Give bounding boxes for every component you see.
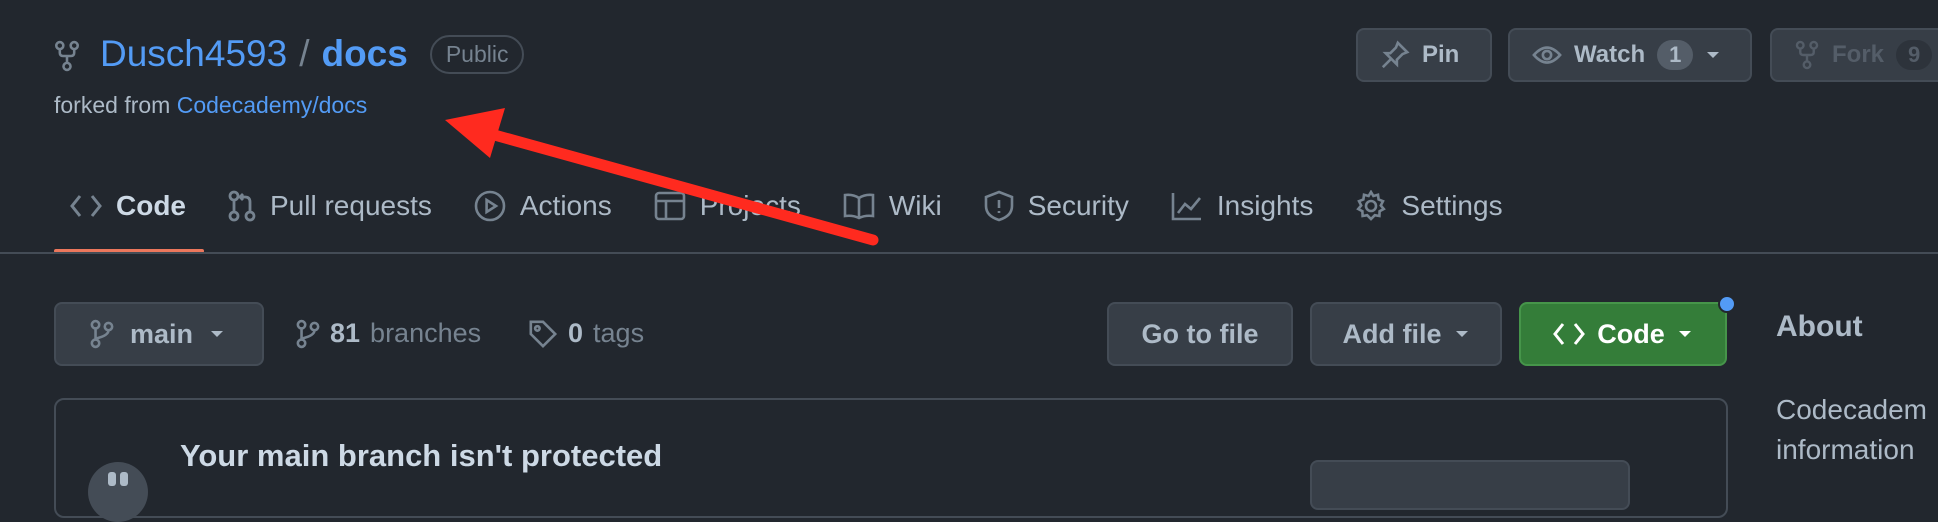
branches-link[interactable]: 81 branches [296, 318, 481, 349]
repo-title: Dusch4593 / docs Public [100, 32, 525, 76]
tab-label: Actions [519, 190, 612, 221]
path-separator: / [299, 33, 310, 74]
git-pull-request-icon [228, 190, 256, 222]
code-icon [70, 193, 102, 219]
fork-label: Fork [1832, 41, 1885, 68]
branch-select-button[interactable]: main [54, 302, 264, 366]
tab-label: Pull requests [270, 190, 432, 221]
graph-icon [1171, 191, 1203, 221]
book-icon [843, 192, 875, 220]
fork-count: 9 [1896, 40, 1933, 70]
tab-security[interactable]: Security [968, 180, 1155, 232]
protect-branch-button[interactable] [1310, 460, 1630, 510]
tab-wiki[interactable]: Wiki [827, 180, 968, 232]
tab-actions[interactable]: Actions [458, 180, 638, 232]
pin-button[interactable]: Pin [1356, 28, 1492, 82]
add-file-label: Add file [1342, 318, 1442, 349]
git-branch-icon [90, 319, 114, 349]
repo-nav-tabs: Code Pull requests Actions Projects Wiki… [54, 180, 1529, 232]
code-button[interactable]: Code [1519, 302, 1727, 366]
go-to-file-button[interactable]: Go to file [1107, 302, 1293, 366]
tags-label: tags [593, 318, 645, 348]
go-to-file-label: Go to file [1141, 318, 1259, 349]
repo-icon [54, 40, 80, 72]
chevron-down-icon [1454, 329, 1470, 339]
watch-label: Watch [1574, 41, 1646, 68]
table-icon [654, 191, 686, 221]
watch-button[interactable]: Watch 1 [1508, 28, 1752, 82]
play-icon [474, 190, 506, 222]
nav-divider [0, 252, 1938, 254]
gear-icon [1355, 190, 1387, 222]
fork-icon [1794, 40, 1820, 70]
chevron-down-icon [1677, 329, 1693, 339]
chevron-down-icon [1705, 50, 1721, 60]
tab-label: Security [1027, 190, 1129, 221]
chevron-down-icon [209, 329, 225, 339]
tags-count: 0 [568, 318, 584, 348]
banner-title: Your main branch isn't protected [180, 438, 663, 473]
code-button-label: Code [1597, 318, 1665, 349]
tab-label: Code [116, 190, 186, 221]
about-description: Codecadem information [1776, 394, 1927, 465]
add-file-button[interactable]: Add file [1310, 302, 1502, 366]
tab-pull-requests[interactable]: Pull requests [212, 180, 458, 232]
tab-insights[interactable]: Insights [1155, 180, 1340, 232]
visibility-badge: Public [429, 34, 525, 74]
shield-icon [984, 190, 1014, 222]
repo-name-link[interactable]: docs [321, 33, 407, 75]
eye-icon [1532, 43, 1562, 67]
tags-link[interactable]: 0 tags [528, 318, 644, 349]
repo-owner-link[interactable]: Dusch4593 [100, 33, 287, 75]
tab-label: Settings [1401, 190, 1503, 221]
watch-count: 1 [1657, 40, 1694, 70]
tab-label: Wiki [888, 190, 942, 221]
forked-from-label: forked from [54, 92, 171, 118]
tab-projects[interactable]: Projects [638, 180, 827, 232]
git-branch-icon [296, 319, 320, 349]
notification-dot [1718, 295, 1736, 313]
pin-icon [1380, 40, 1410, 70]
branches-count: 81 [330, 318, 361, 348]
about-heading: About [1776, 310, 1863, 343]
code-icon [1553, 322, 1586, 346]
forked-from-line: forked from Codecademy/docs [54, 92, 367, 119]
banner-icon [88, 462, 148, 522]
tab-code[interactable]: Code [54, 180, 212, 232]
fork-source-link[interactable]: Codecademy/docs [177, 92, 368, 118]
tab-settings[interactable]: Settings [1339, 180, 1528, 232]
branch-name: main [130, 318, 194, 349]
pin-label: Pin [1422, 41, 1460, 68]
fork-button[interactable]: Fork 9 [1770, 28, 1938, 82]
branches-label: branches [370, 318, 482, 348]
tag-icon [528, 319, 558, 349]
tab-label: Projects [699, 190, 801, 221]
tab-label: Insights [1216, 190, 1314, 221]
